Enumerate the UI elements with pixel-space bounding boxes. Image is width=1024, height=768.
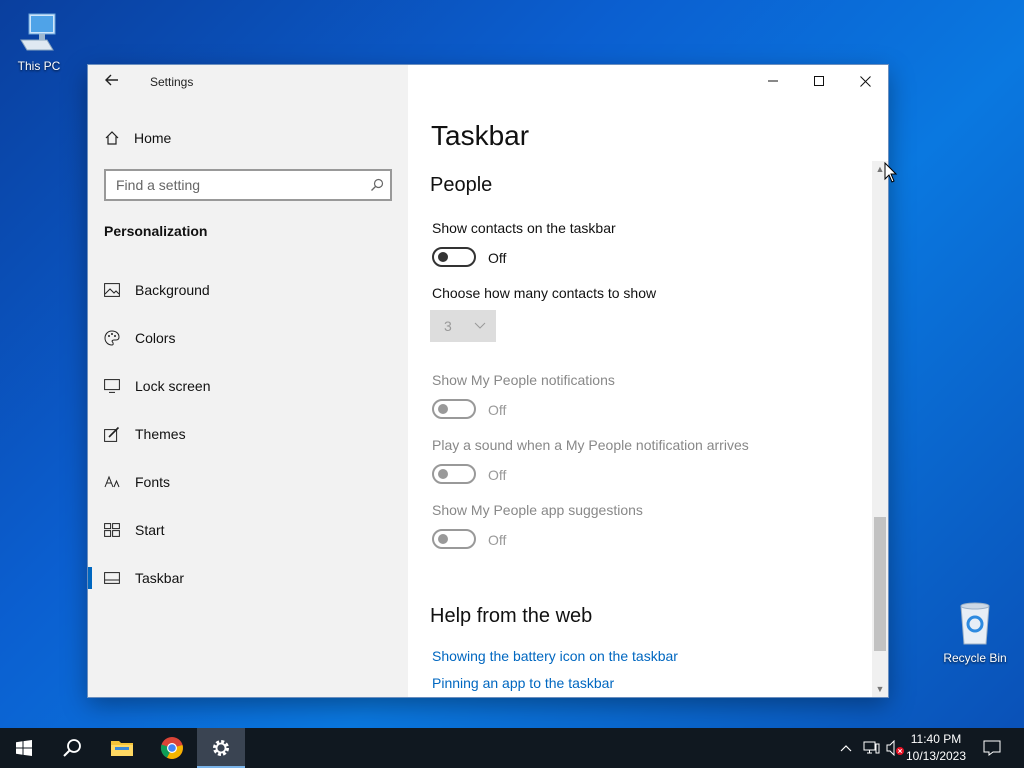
- help-link-battery[interactable]: Showing the battery icon on the taskbar: [432, 648, 678, 664]
- maximize-button[interactable]: [796, 65, 842, 97]
- chevron-down-icon: [474, 322, 486, 329]
- settings-window: Settings Home Personalization Background: [88, 65, 888, 697]
- minimize-icon: [768, 80, 778, 82]
- clock-time: 11:40 PM: [910, 732, 962, 746]
- chrome-icon: [160, 737, 183, 759]
- notifications-state: Off: [488, 402, 507, 418]
- page-title: Taskbar: [431, 120, 530, 151]
- people-heading: People: [430, 174, 493, 196]
- sidebar-item-home[interactable]: Home: [104, 127, 171, 149]
- suggestions-toggle[interactable]: [432, 529, 476, 549]
- settings-gear-icon: [213, 740, 229, 756]
- sidebar-item-label: Fonts: [135, 474, 171, 490]
- app-title: Settings: [150, 75, 194, 89]
- window-controls: [750, 65, 888, 97]
- suggestions-state: Off: [488, 532, 507, 548]
- sound-toggle[interactable]: [432, 464, 476, 484]
- notifications-icon: [983, 740, 1001, 756]
- network-tray-button[interactable]: [860, 728, 882, 768]
- sidebar-item-fonts[interactable]: Fonts: [88, 458, 408, 506]
- content-pane: Taskbar People Show contacts on the task…: [408, 65, 888, 697]
- notifications-label: Show My People notifications: [432, 372, 615, 388]
- show-hidden-icons-button[interactable]: [836, 728, 856, 768]
- sidebar-item-label: Start: [135, 522, 165, 538]
- search-input[interactable]: [106, 171, 364, 199]
- computer-icon: [20, 13, 56, 51]
- lock-screen-icon: [104, 378, 120, 394]
- search-icon: [63, 739, 81, 757]
- sound-state: Off: [488, 467, 507, 483]
- palette-icon: [104, 330, 120, 346]
- scroll-down-arrow-icon[interactable]: ▼: [872, 681, 888, 697]
- desktop-icon-this-pc[interactable]: This PC: [4, 10, 74, 73]
- picture-icon: [104, 282, 120, 298]
- volume-tray-button[interactable]: [884, 728, 906, 768]
- start-button[interactable]: [0, 728, 48, 768]
- sidebar: Settings Home Personalization Background: [88, 65, 408, 697]
- chevron-up-icon: [840, 745, 852, 752]
- notifications-toggle[interactable]: [432, 399, 476, 419]
- taskbar: 11:40 PM 10/13/2023: [0, 728, 1024, 768]
- close-button[interactable]: [842, 65, 888, 97]
- back-arrow-icon: [105, 74, 118, 86]
- sidebar-item-background[interactable]: Background: [88, 266, 408, 314]
- desktop-icon-label: This PC: [17, 59, 61, 73]
- desktop-icon-recycle-bin[interactable]: Recycle Bin: [940, 600, 1010, 665]
- sidebar-item-label: Background: [135, 282, 210, 298]
- show-contacts-label: Show contacts on the taskbar: [432, 220, 616, 236]
- search-icon[interactable]: [364, 178, 390, 192]
- sidebar-item-label: Taskbar: [135, 570, 185, 586]
- network-icon: [863, 741, 880, 754]
- sound-label: Play a sound when a My People notificati…: [432, 437, 749, 453]
- brush-icon: [104, 426, 120, 442]
- settings-taskbar-button[interactable]: [197, 728, 245, 768]
- scrollbar[interactable]: ▲ ▼: [872, 161, 888, 697]
- show-contacts-state: Off: [488, 250, 507, 266]
- sidebar-item-themes[interactable]: Themes: [88, 410, 408, 458]
- clock[interactable]: 11:40 PM 10/13/2023: [904, 731, 968, 765]
- show-contacts-toggle[interactable]: [432, 247, 476, 267]
- sidebar-item-label: Colors: [135, 330, 176, 346]
- font-icon: [104, 474, 120, 490]
- close-icon: [859, 75, 871, 87]
- file-explorer-icon: [111, 741, 133, 756]
- dropdown-value: 3: [444, 318, 452, 334]
- sidebar-item-lock-screen[interactable]: Lock screen: [88, 362, 408, 410]
- mouse-cursor-icon: [884, 162, 898, 183]
- suggestions-label: Show My People app suggestions: [432, 502, 643, 518]
- settings-scroll-area: People Show contacts on the taskbar Off …: [408, 161, 872, 697]
- search-box[interactable]: [104, 169, 392, 201]
- scroll-thumb[interactable]: [874, 517, 886, 651]
- help-link-pin-app[interactable]: Pinning an app to the taskbar: [432, 675, 614, 691]
- taskbar-icon: [104, 570, 120, 586]
- search-taskbar-button[interactable]: [48, 728, 96, 768]
- sidebar-item-label: Themes: [135, 426, 186, 442]
- maximize-icon: [814, 76, 824, 86]
- minimize-button[interactable]: [750, 65, 796, 97]
- section-title: Personalization: [104, 223, 208, 239]
- contacts-count-label: Choose how many contacts to show: [432, 285, 657, 301]
- windows-start-icon: [16, 740, 32, 756]
- start-tiles-icon: [104, 522, 120, 538]
- clock-date: 10/13/2023: [905, 749, 967, 763]
- recycle-bin-icon: [960, 602, 990, 645]
- back-button[interactable]: [102, 71, 122, 91]
- sidebar-nav: Background Colors Lock screen Themes Fon…: [88, 266, 408, 602]
- home-icon: [104, 130, 120, 146]
- contacts-count-dropdown[interactable]: 3: [430, 310, 496, 342]
- sidebar-item-start[interactable]: Start: [88, 506, 408, 554]
- file-explorer-button[interactable]: [98, 728, 146, 768]
- sidebar-item-colors[interactable]: Colors: [88, 314, 408, 362]
- sidebar-item-label: Home: [134, 130, 172, 146]
- sidebar-item-taskbar[interactable]: Taskbar: [88, 554, 408, 602]
- action-center-button[interactable]: [978, 728, 1006, 768]
- desktop-icon-label: Recycle Bin: [943, 651, 1007, 665]
- speaker-muted-icon: [886, 740, 904, 756]
- help-heading: Help from the web: [430, 605, 593, 627]
- sidebar-item-label: Lock screen: [135, 378, 211, 394]
- chrome-button[interactable]: [148, 728, 196, 768]
